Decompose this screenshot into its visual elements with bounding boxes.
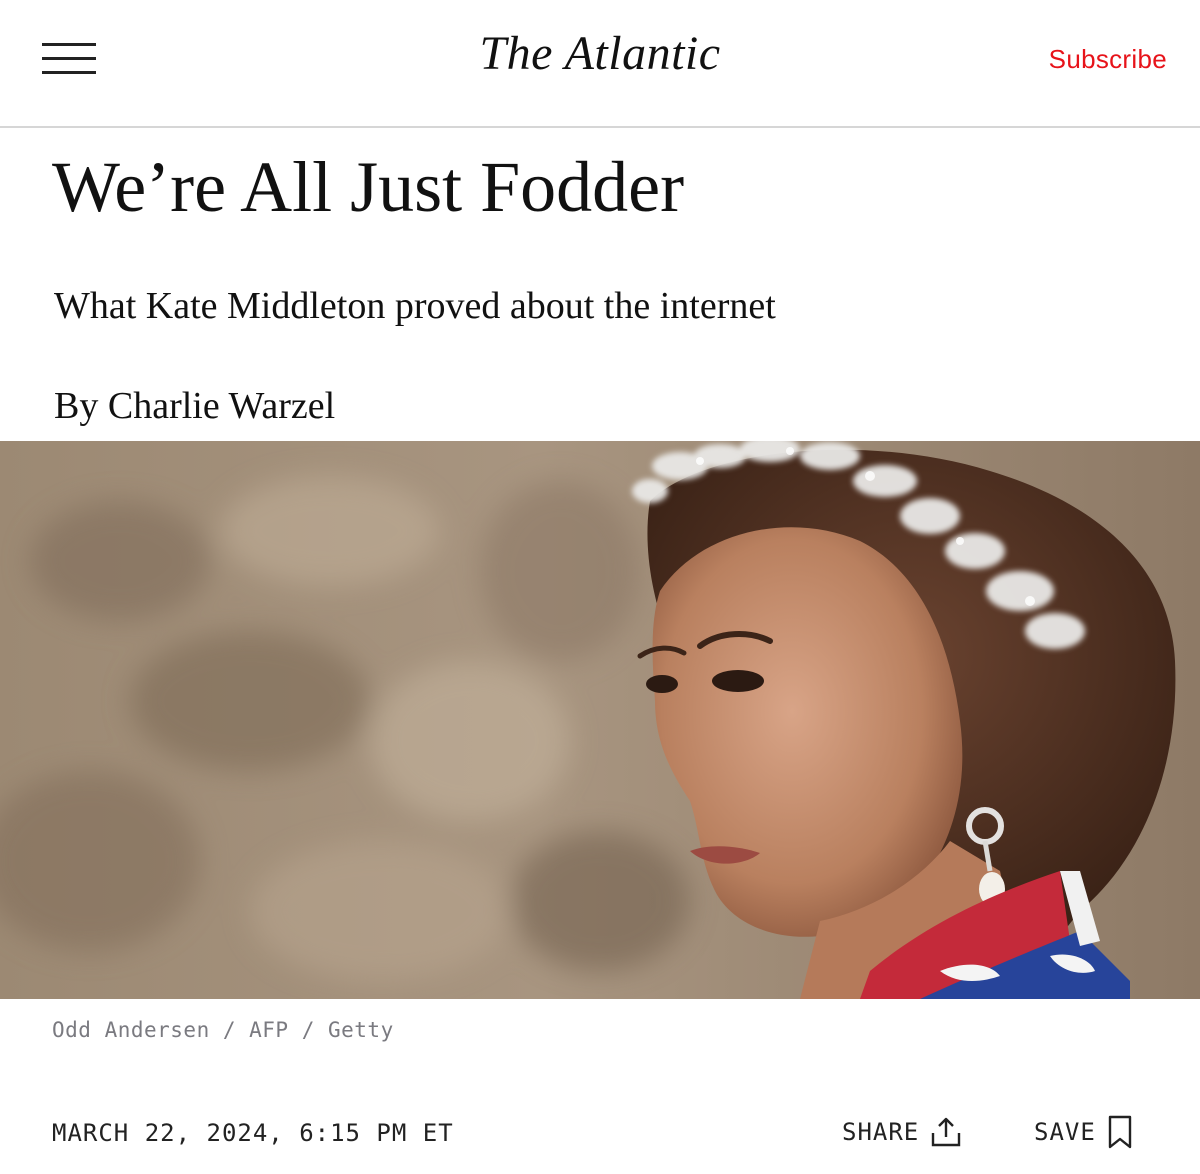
- site-header: The Atlantic Subscribe: [0, 0, 1200, 128]
- lead-image: [0, 441, 1200, 999]
- save-button[interactable]: SAVE: [1034, 1112, 1134, 1152]
- share-label: SHARE: [842, 1118, 920, 1146]
- byline-prefix: By: [54, 385, 99, 427]
- bookmark-icon: [1108, 1115, 1131, 1149]
- publish-date: MARCH 22, 2024, 6:15 PM ET: [52, 1119, 454, 1147]
- image-credit: Odd Andersen / AFP / Getty: [52, 1018, 394, 1042]
- share-upload-icon: [932, 1117, 961, 1147]
- article-dek: What Kate Middleton proved about the int…: [54, 285, 776, 327]
- byline: By Charlie Warzel: [54, 382, 335, 430]
- article-headline: We’re All Just Fodder: [52, 147, 685, 227]
- subscribe-link[interactable]: Subscribe: [1049, 44, 1167, 75]
- author-link[interactable]: Charlie Warzel: [108, 385, 335, 427]
- hamburger-menu-icon[interactable]: [42, 40, 98, 78]
- site-logo-container: The Atlantic: [0, 26, 1200, 81]
- save-label: SAVE: [1034, 1118, 1096, 1146]
- lead-photo: [0, 441, 1200, 999]
- share-button[interactable]: SHARE: [842, 1112, 963, 1152]
- site-logo[interactable]: The Atlantic: [479, 27, 720, 80]
